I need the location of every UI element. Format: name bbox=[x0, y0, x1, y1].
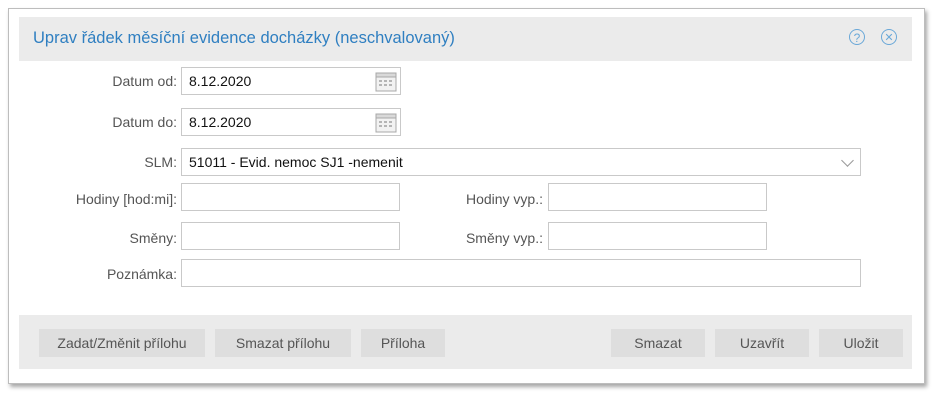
datum-od-field[interactable]: 8.12.2020 bbox=[181, 67, 401, 95]
smeny-vyp-field[interactable] bbox=[548, 222, 767, 250]
priloha-button[interactable]: Příloha bbox=[361, 329, 445, 357]
chevron-down-icon bbox=[841, 154, 854, 167]
hodiny-field[interactable] bbox=[181, 183, 400, 211]
zadat-zmenit-prilohu-button[interactable]: Zadat/Změnit přílohu bbox=[39, 329, 205, 357]
smeny-vyp-label: Směny vyp.: bbox=[465, 230, 543, 246]
datum-do-label: Datum do: bbox=[112, 114, 177, 130]
dialog-footer: Zadat/Změnit přílohu Smazat přílohu Příl… bbox=[19, 315, 912, 369]
help-icon[interactable]: ? bbox=[849, 29, 865, 45]
poznamka-field[interactable] bbox=[181, 259, 861, 287]
slm-selected-value: 51011 - Evid. nemoc SJ1 -nemenit bbox=[189, 154, 403, 170]
hodiny-vyp-label: Hodiny vyp.: bbox=[465, 191, 543, 207]
datum-do-field[interactable]: 8.12.2020 bbox=[181, 108, 401, 136]
dialog-title: Uprav řádek měsíční evidence docházky (n… bbox=[33, 29, 455, 47]
dialog-titlebar: Uprav řádek měsíční evidence docházky (n… bbox=[19, 17, 912, 61]
datum-od-label: Datum od: bbox=[112, 73, 177, 89]
uzavrit-button[interactable]: Uzavřít bbox=[715, 329, 809, 357]
edit-attendance-dialog: Uprav řádek měsíční evidence docházky (n… bbox=[8, 8, 925, 384]
hodiny-vyp-field[interactable] bbox=[548, 183, 767, 211]
smazat-prilohu-button[interactable]: Smazat přílohu bbox=[215, 329, 351, 357]
calendar-icon[interactable] bbox=[374, 110, 398, 134]
ulozit-button[interactable]: Uložit bbox=[819, 329, 903, 357]
hodiny-label: Hodiny [hod:mi]: bbox=[75, 191, 177, 207]
slm-select[interactable]: 51011 - Evid. nemoc SJ1 -nemenit bbox=[181, 148, 861, 176]
slm-label: SLM: bbox=[144, 154, 177, 170]
smazat-button[interactable]: Smazat bbox=[611, 329, 705, 357]
smeny-label: Směny: bbox=[129, 230, 177, 246]
smeny-field[interactable] bbox=[181, 222, 400, 250]
poznamka-label: Poznámka: bbox=[106, 266, 177, 282]
close-icon[interactable]: ✕ bbox=[881, 29, 897, 45]
calendar-icon[interactable] bbox=[374, 69, 398, 93]
